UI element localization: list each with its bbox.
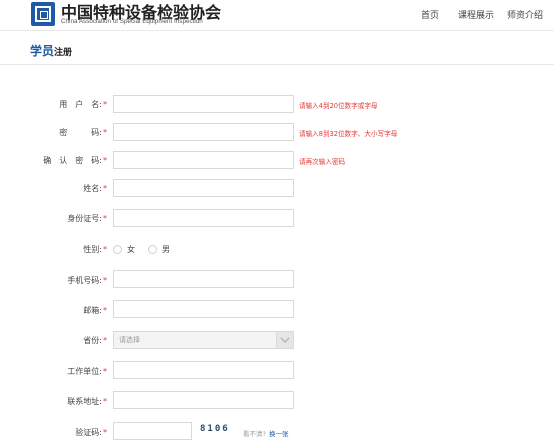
address-input[interactable] bbox=[113, 391, 294, 409]
captcha-question: 看不清? bbox=[243, 430, 266, 438]
gender-female-label: 女 bbox=[127, 245, 135, 254]
id-card-label: 身份证号:* bbox=[67, 214, 107, 223]
username-input[interactable] bbox=[113, 95, 294, 113]
province-placeholder: 请选择 bbox=[119, 336, 140, 344]
confirm-password-label: 确 认 密 码:* bbox=[43, 156, 107, 165]
name-input[interactable] bbox=[113, 179, 294, 197]
confirm-password-input[interactable] bbox=[113, 151, 294, 169]
phone-input[interactable] bbox=[113, 270, 294, 288]
username-label: 用 户 名:* bbox=[59, 100, 107, 109]
chevron-down-icon[interactable] bbox=[276, 332, 293, 348]
province-label: 省份:* bbox=[83, 336, 107, 345]
company-input[interactable] bbox=[113, 361, 294, 379]
address-label: 联系地址:* bbox=[67, 397, 107, 406]
page-title: 学员注册 bbox=[30, 42, 72, 59]
logo-icon bbox=[31, 2, 55, 26]
name-label: 姓名:* bbox=[83, 184, 107, 193]
confirm-password-hint: 请再次输入密码 bbox=[299, 158, 346, 166]
phone-label: 手机号码:* bbox=[67, 276, 107, 285]
gender-male-radio[interactable] bbox=[148, 245, 157, 254]
email-input[interactable] bbox=[113, 300, 294, 318]
page-title-highlight: 学员 bbox=[30, 44, 55, 58]
gender-male-label: 男 bbox=[162, 245, 170, 254]
captcha-input[interactable] bbox=[113, 422, 192, 440]
header-divider bbox=[0, 30, 554, 31]
logo-subtitle: China Association of Special Equipment I… bbox=[61, 18, 203, 25]
captcha-image[interactable]: 8106 bbox=[200, 424, 230, 434]
company-label: 工作单位:* bbox=[67, 367, 107, 376]
password-hint: 请输入8到32位数字、大小写字母 bbox=[299, 130, 398, 138]
gender-female-radio[interactable] bbox=[113, 245, 122, 254]
province-select[interactable]: 请选择 bbox=[113, 331, 294, 349]
nav-teachers[interactable]: 师资介绍 bbox=[507, 8, 543, 21]
nav-courses[interactable]: 课程展示 bbox=[458, 8, 494, 21]
captcha-label: 验证码:* bbox=[75, 428, 107, 437]
nav-home[interactable]: 首页 bbox=[421, 8, 439, 21]
id-card-input[interactable] bbox=[113, 209, 294, 227]
gender-label: 性别:* bbox=[83, 245, 107, 254]
email-label: 邮箱:* bbox=[83, 306, 107, 315]
page-title-rest: 注册 bbox=[54, 48, 73, 58]
captcha-refresh-link[interactable]: 换一张 bbox=[269, 428, 289, 438]
password-input[interactable] bbox=[113, 123, 294, 141]
title-divider bbox=[0, 64, 554, 65]
username-hint: 请输入4到20位数字或字母 bbox=[299, 102, 378, 110]
password-label: 密 码:* bbox=[59, 128, 107, 137]
